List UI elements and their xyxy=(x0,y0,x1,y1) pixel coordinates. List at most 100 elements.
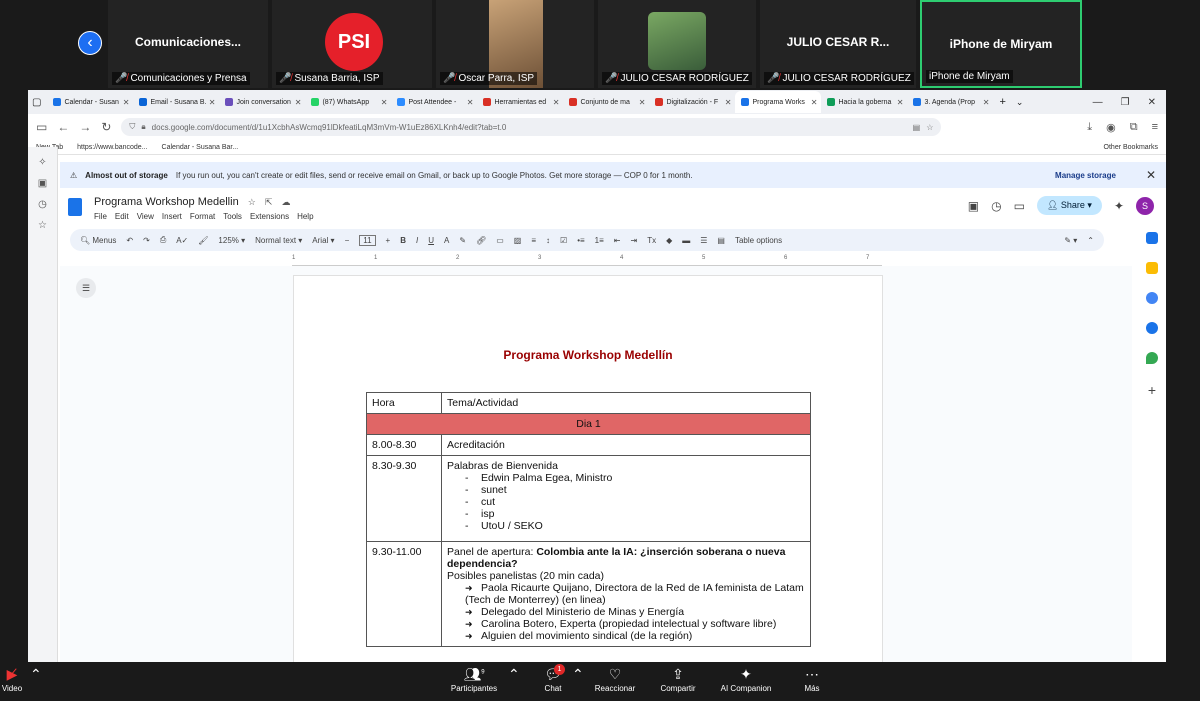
border-dash-icon[interactable]: ▤ xyxy=(717,236,725,245)
close-tab-icon[interactable]: ✕ xyxy=(123,98,130,107)
spellcheck-icon[interactable]: A✓ xyxy=(176,236,188,245)
docs-menu-item[interactable]: File xyxy=(94,212,107,221)
back-icon[interactable]: ← xyxy=(57,120,69,134)
close-tab-icon[interactable]: ✕ xyxy=(983,98,990,107)
activity-cell[interactable]: Palabras de Bienvenida Edwin Palma Egea,… xyxy=(441,455,811,542)
numbered-list-icon[interactable]: 1≡ xyxy=(595,236,604,245)
browser-tab[interactable]: Calendar - Susan ✕ xyxy=(47,91,133,113)
close-tab-icon[interactable]: ✕ xyxy=(295,98,302,107)
search-menus-icon[interactable]: 🔍︎ Menus xyxy=(80,236,116,245)
zoom-select[interactable]: 125% ▾ xyxy=(218,236,245,245)
participant-tile[interactable]: 🎤̸ Oscar Parra, ISP xyxy=(436,0,594,88)
increase-size-icon[interactable]: + xyxy=(386,236,391,245)
editing-mode-icon[interactable]: ✎ ▾ xyxy=(1064,236,1077,245)
close-tab-icon[interactable]: ✕ xyxy=(639,98,646,107)
gemini-icon[interactable]: ✦ xyxy=(1114,199,1124,213)
share-screen-button[interactable]: ⇪ Compartir xyxy=(656,666,700,693)
collapse-toolbar-icon[interactable]: ⌃ xyxy=(1087,236,1094,245)
bookmarks-icon[interactable]: ☆ xyxy=(28,220,57,231)
calendar-icon[interactable] xyxy=(1146,232,1158,244)
download-icon[interactable]: ⤓ xyxy=(1087,121,1092,134)
docs-menu-item[interactable]: Edit xyxy=(115,212,129,221)
account-icon[interactable]: ◉ xyxy=(1106,121,1116,134)
video-button[interactable]: ▶̸ Video xyxy=(0,666,24,693)
border-color-icon[interactable]: ▬ xyxy=(682,236,690,245)
browser-tab[interactable]: 3. Agenda (Prop ✕ xyxy=(907,91,993,113)
checklist-icon[interactable]: ☑ xyxy=(560,236,567,245)
tasks-icon[interactable] xyxy=(1146,292,1158,304)
browser-tab[interactable]: Programa Works ✕ xyxy=(735,91,822,113)
style-select[interactable]: Normal text ▾ xyxy=(255,236,302,245)
highlight-icon[interactable]: ✎ xyxy=(459,236,466,245)
document-title[interactable]: Programa Workshop Medellin xyxy=(94,196,239,208)
text-color-icon[interactable]: A xyxy=(444,236,449,245)
browser-tab[interactable]: Email - Susana B. ✕ xyxy=(133,91,219,113)
previous-page-icon[interactable]: ‹ xyxy=(78,31,102,55)
close-tab-icon[interactable]: ✕ xyxy=(725,98,732,107)
contacts-icon[interactable] xyxy=(1146,322,1158,334)
document-page[interactable]: Programa Workshop Medellín Hora Tema/Act… xyxy=(293,275,883,662)
address-bar[interactable]: ⛉ 🔒︎ docs.google.com/document/d/1u1XcbhA… xyxy=(121,118,942,136)
browser-tab[interactable]: Herramientas ed ✕ xyxy=(477,91,563,113)
forward-icon[interactable]: → xyxy=(79,120,91,134)
new-tab-icon[interactable]: + xyxy=(999,96,1005,108)
close-tab-icon[interactable]: ✕ xyxy=(897,98,904,107)
participants-button[interactable]: 👥︎9 Participantes xyxy=(446,666,502,693)
table-options-button[interactable]: Table options xyxy=(735,236,782,245)
extensions-icon[interactable]: ⧉ xyxy=(1130,121,1138,134)
undo-icon[interactable]: ↶ xyxy=(126,236,133,245)
minimize-icon[interactable]: — xyxy=(1093,97,1103,108)
chat-button[interactable]: 💬︎ 1 Chat xyxy=(538,664,568,693)
version-history-icon[interactable]: ◷ xyxy=(991,199,1001,213)
activity-cell[interactable]: Acreditación xyxy=(441,434,811,456)
avatar[interactable]: S xyxy=(1136,196,1154,215)
bookmark-item[interactable]: https://www.bancode... xyxy=(77,144,147,151)
browser-tab[interactable]: Conjunto de ma ✕ xyxy=(563,91,649,113)
border-width-icon[interactable]: ☰ xyxy=(700,236,707,245)
menu-icon[interactable]: ≡ xyxy=(1152,121,1158,134)
bold-icon[interactable]: B xyxy=(400,236,406,245)
bookmark-star-icon[interactable]: ☆ xyxy=(926,123,933,132)
close-icon[interactable]: ✕ xyxy=(1148,97,1156,108)
add-addon-icon[interactable]: + xyxy=(1148,382,1156,398)
ai-sparkle-icon[interactable]: ✧ xyxy=(28,157,57,168)
docs-menu-item[interactable]: Extensions xyxy=(250,212,289,221)
reactions-button[interactable]: ♡ Reaccionar xyxy=(592,666,638,693)
close-icon[interactable]: ✕ xyxy=(1146,168,1156,182)
participant-tile[interactable]: PSI 🎤̸ Susana Barria, ISP xyxy=(272,0,432,88)
time-cell[interactable]: 9.30-11.00 xyxy=(366,541,442,647)
close-tab-icon[interactable]: ✕ xyxy=(209,98,216,107)
docs-menu-item[interactable]: Format xyxy=(190,212,215,221)
activity-cell[interactable]: Panel de apertura: Colombia ante la IA: … xyxy=(441,541,811,647)
participant-tile[interactable]: JULIO CESAR R... 🎤̸ JULIO CESAR RODRÍGUEZ xyxy=(760,0,916,88)
bullet-list-icon[interactable]: •≡ xyxy=(577,236,584,245)
participants-options-icon[interactable]: ⌃ xyxy=(508,666,520,684)
program-table[interactable]: Hora Tema/Actividad Dia 1 8.00-8.30 Acre… xyxy=(366,392,811,647)
bookmark-item[interactable]: Calendar - Susana Bar... xyxy=(162,144,239,151)
browser-tab[interactable]: Digitalización - F ✕ xyxy=(649,91,735,113)
docs-menu-item[interactable]: Help xyxy=(297,212,313,221)
share-button[interactable]: 👤︎ Share ▾ xyxy=(1036,196,1102,215)
browser-tab[interactable]: (87) WhatsApp ✕ xyxy=(305,91,391,113)
reload-icon[interactable]: ↻ xyxy=(101,120,111,134)
browser-tab[interactable]: Join conversation ✕ xyxy=(219,91,305,113)
participant-tile-active-speaker[interactable]: iPhone de Miryam iPhone de Miryam xyxy=(920,0,1082,88)
horizontal-ruler[interactable]: 1 1 2 3 4 5 6 7 xyxy=(292,254,882,266)
close-tab-icon[interactable]: ✕ xyxy=(553,98,560,107)
tab-actions-icon[interactable]: ▢ xyxy=(32,97,41,108)
chevron-down-icon[interactable]: ⌄ xyxy=(1016,97,1024,108)
restore-icon[interactable]: ❐ xyxy=(1121,97,1130,108)
docs-menu-item[interactable]: Tools xyxy=(223,212,242,221)
keep-icon[interactable] xyxy=(1146,262,1158,274)
italic-icon[interactable]: I xyxy=(416,236,418,245)
underline-icon[interactable]: U xyxy=(428,236,434,245)
history-icon[interactable]: ◷ xyxy=(28,199,57,210)
meet-icon[interactable]: ▣ xyxy=(968,199,979,213)
image-icon[interactable]: ▨ xyxy=(514,236,522,245)
day-header-cell[interactable]: Dia 1 xyxy=(366,413,811,435)
outline-icon[interactable]: ☰ xyxy=(76,278,96,298)
link-icon[interactable]: 🔗︎ xyxy=(476,236,486,245)
manage-storage-link[interactable]: Manage storage xyxy=(1055,171,1116,180)
video-options-icon[interactable]: ⌃ xyxy=(30,666,42,684)
comments-icon[interactable]: ▭ xyxy=(1014,199,1025,213)
